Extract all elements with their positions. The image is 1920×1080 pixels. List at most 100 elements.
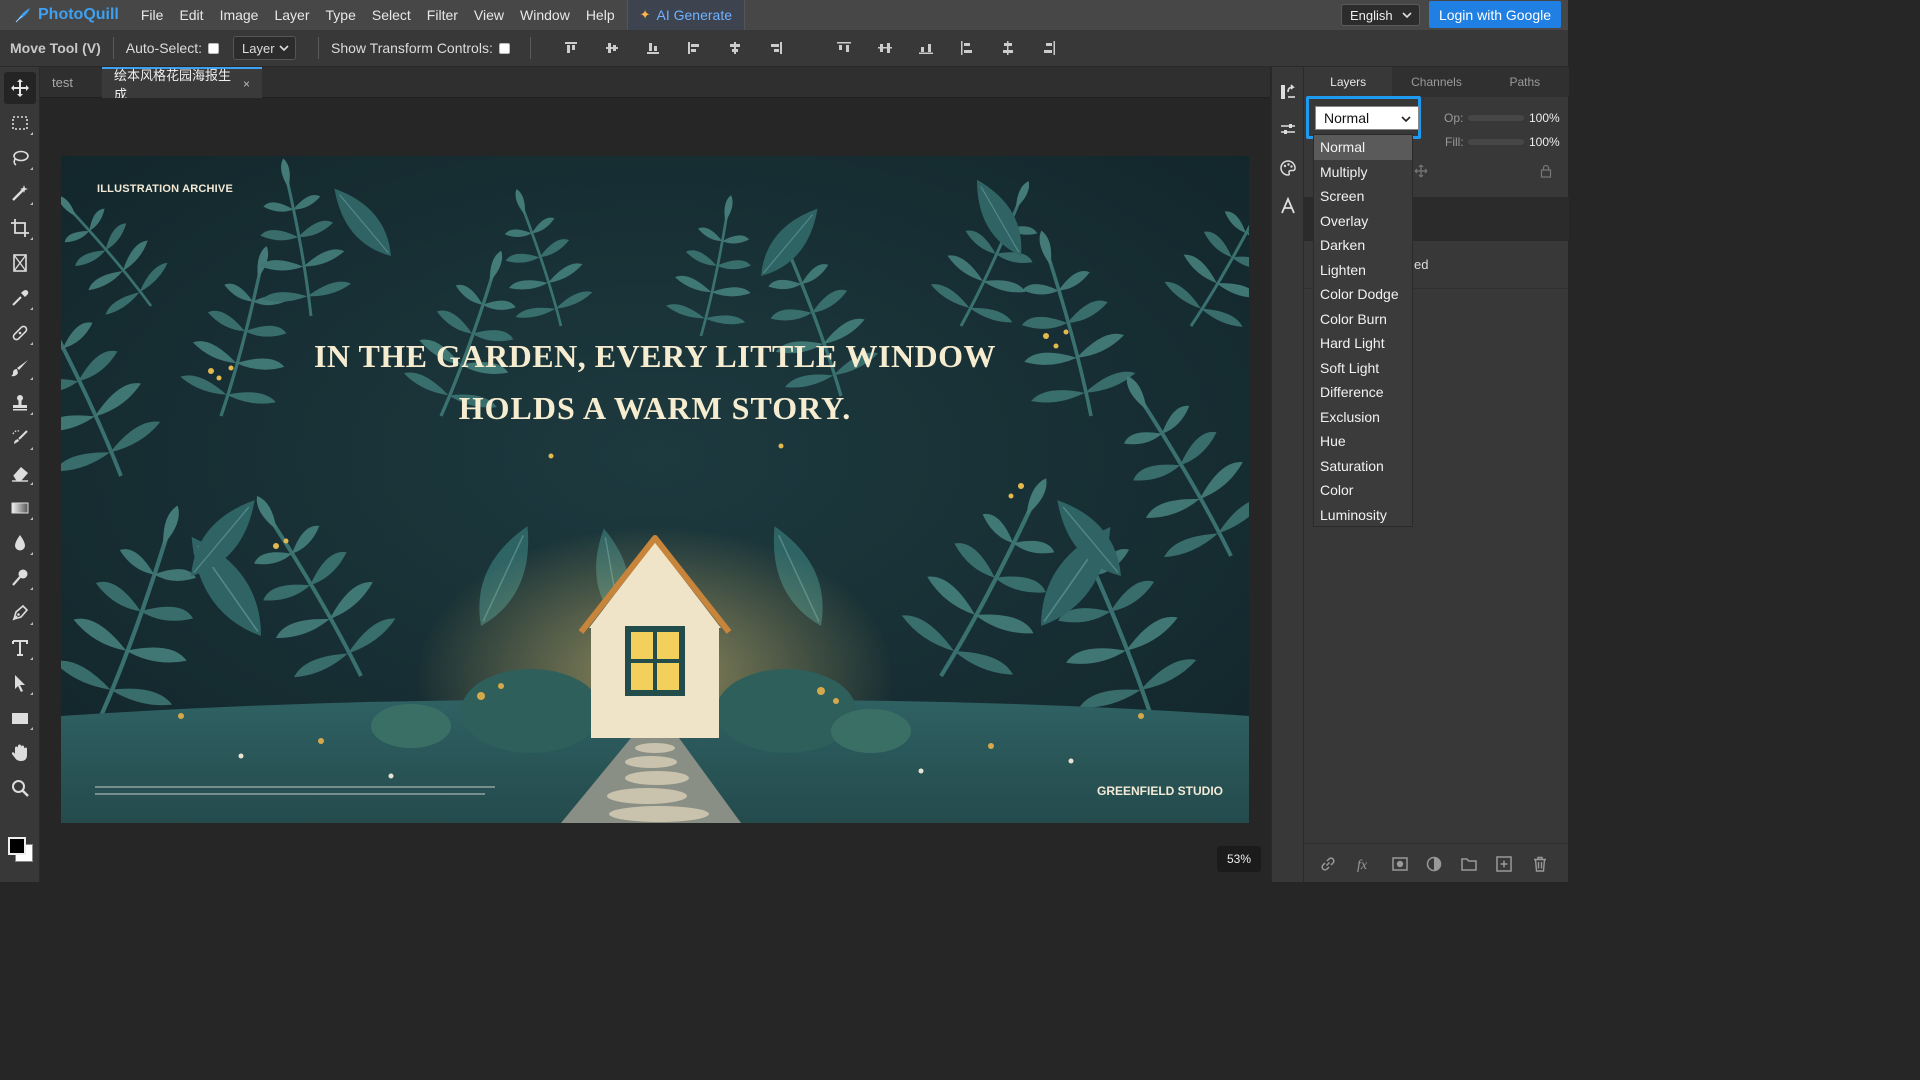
tab-layers[interactable]: Layers — [1304, 67, 1393, 97]
layer-effects-button[interactable]: fx — [1354, 854, 1374, 874]
fill-slider[interactable] — [1468, 139, 1524, 145]
crop-tool[interactable] — [4, 212, 36, 244]
menu-filter[interactable]: Filter — [419, 0, 466, 30]
login-google-button[interactable]: Login with Google — [1429, 1, 1561, 28]
gradient-tool[interactable] — [4, 492, 36, 524]
hand-tool[interactable] — [4, 737, 36, 769]
add-mask-button[interactable] — [1390, 854, 1410, 874]
menu-layer[interactable]: Layer — [266, 0, 317, 30]
menu-select[interactable]: Select — [364, 0, 419, 30]
pen-tool[interactable] — [4, 597, 36, 629]
artwork-canvas[interactable]: ILLUSTRATION ARCHIVE IN THE GARDEN, EVER… — [61, 156, 1249, 823]
blend-option-soft-light[interactable]: Soft Light — [1314, 356, 1412, 381]
link-layers-button[interactable] — [1318, 854, 1338, 874]
new-group-button[interactable] — [1459, 854, 1479, 874]
blend-option-color[interactable]: Color — [1314, 478, 1412, 503]
menu-type[interactable]: Type — [318, 0, 364, 30]
align-hcenter-button[interactable] — [721, 36, 749, 60]
ai-generate-button[interactable]: ✦ AI Generate — [626, 0, 746, 30]
blend-option-luminosity[interactable]: Luminosity — [1314, 503, 1412, 528]
frame-tool[interactable] — [4, 247, 36, 279]
blend-option-screen[interactable]: Screen — [1314, 184, 1412, 209]
menu-view[interactable]: View — [466, 0, 512, 30]
marquee-tool[interactable] — [4, 107, 36, 139]
blend-option-darken[interactable]: Darken — [1314, 233, 1412, 258]
tab-channels[interactable]: Channels — [1392, 67, 1480, 97]
show-transform-checkbox[interactable] — [498, 42, 510, 54]
type-tool[interactable] — [4, 632, 36, 664]
stamp-tool[interactable] — [4, 387, 36, 419]
menu-edit[interactable]: Edit — [171, 0, 211, 30]
lock-position-icon[interactable] — [1414, 164, 1428, 178]
path-select-tool[interactable] — [4, 667, 36, 699]
lasso-tool[interactable] — [4, 142, 36, 174]
adjustments-panel-button[interactable] — [1276, 117, 1300, 141]
language-select[interactable]: English — [1341, 4, 1420, 26]
distribute-left-icon — [960, 41, 972, 55]
blend-option-overlay[interactable]: Overlay — [1314, 209, 1412, 234]
distribute-top-button[interactable] — [830, 36, 858, 60]
character-panel-button[interactable] — [1276, 194, 1300, 218]
droplet-icon — [15, 535, 25, 551]
healing-tool[interactable] — [4, 317, 36, 349]
distribute-bottom-button[interactable] — [912, 36, 940, 60]
move-tool[interactable] — [4, 72, 36, 104]
blend-option-exclusion[interactable]: Exclusion — [1314, 405, 1412, 430]
eyedropper-tool[interactable] — [4, 282, 36, 314]
color-swatches[interactable] — [6, 835, 36, 865]
opacity-slider[interactable] — [1468, 115, 1524, 121]
distribute-vertical-center-icon — [877, 43, 892, 53]
zoom-tool[interactable] — [4, 772, 36, 804]
blend-option-color-burn[interactable]: Color Burn — [1314, 307, 1412, 332]
distribute-hcenter-button[interactable] — [994, 36, 1022, 60]
delete-layer-button[interactable] — [1530, 854, 1550, 874]
blend-option-hard-light[interactable]: Hard Light — [1314, 331, 1412, 356]
align-left-button[interactable] — [680, 36, 708, 60]
new-layer-button[interactable] — [1494, 854, 1514, 874]
blend-option-saturation[interactable]: Saturation — [1314, 454, 1412, 479]
dodge-tool[interactable] — [4, 562, 36, 594]
magic-wand-tool[interactable] — [4, 177, 36, 209]
distribute-vcenter-button[interactable] — [871, 36, 899, 60]
blur-tool[interactable] — [4, 527, 36, 559]
blend-option-lighten[interactable]: Lighten — [1314, 258, 1412, 283]
align-vcenter-button[interactable] — [598, 36, 626, 60]
align-right-button[interactable] — [762, 36, 790, 60]
blend-option-hue[interactable]: Hue — [1314, 429, 1412, 454]
blend-option-normal[interactable]: Normal — [1314, 135, 1412, 160]
close-icon[interactable]: × — [243, 77, 250, 91]
distribute-left-button[interactable] — [953, 36, 981, 60]
menu-window[interactable]: Window — [512, 0, 578, 30]
shape-tool[interactable] — [4, 702, 36, 734]
distribute-right-button[interactable] — [1035, 36, 1063, 60]
adjustment-layer-button[interactable] — [1424, 854, 1444, 874]
foreground-color-swatch[interactable] — [8, 837, 26, 855]
brush-icon — [11, 360, 28, 377]
blend-option-color-dodge[interactable]: Color Dodge — [1314, 282, 1412, 307]
menu-help[interactable]: Help — [578, 0, 623, 30]
menu-file[interactable]: File — [133, 0, 172, 30]
tab-test[interactable]: test — [40, 67, 102, 98]
blend-option-multiply[interactable]: Multiply — [1314, 160, 1412, 185]
tab-paths[interactable]: Paths — [1481, 67, 1569, 97]
tab-garden-poster[interactable]: 绘本风格花园海报生成 × — [102, 67, 262, 102]
app-logo[interactable]: PhotoQuill — [14, 6, 119, 24]
lock-icon[interactable] — [1540, 164, 1552, 178]
eraser-tool[interactable] — [4, 457, 36, 489]
color-panel-button[interactable] — [1276, 156, 1300, 180]
blend-mode-select[interactable]: Normal — [1315, 106, 1419, 130]
history-brush-tool[interactable] — [4, 422, 36, 454]
align-bottom-button[interactable] — [639, 36, 667, 60]
zoom-level[interactable]: 53% — [1217, 846, 1261, 872]
fill-value[interactable]: 100% — [1529, 135, 1560, 149]
brush-tool[interactable] — [4, 352, 36, 384]
auto-select-checkbox[interactable] — [208, 42, 219, 54]
menu-image[interactable]: Image — [212, 0, 267, 30]
canvas-area[interactable]: ILLUSTRATION ARCHIVE IN THE GARDEN, EVER… — [40, 98, 1270, 882]
auto-select-target-select[interactable]: Layer — [233, 36, 296, 60]
align-left-icon — [687, 42, 699, 54]
opacity-value[interactable]: 100% — [1529, 111, 1560, 125]
align-top-button[interactable] — [557, 36, 585, 60]
blend-option-difference[interactable]: Difference — [1314, 380, 1412, 405]
history-panel-button[interactable] — [1276, 80, 1300, 104]
